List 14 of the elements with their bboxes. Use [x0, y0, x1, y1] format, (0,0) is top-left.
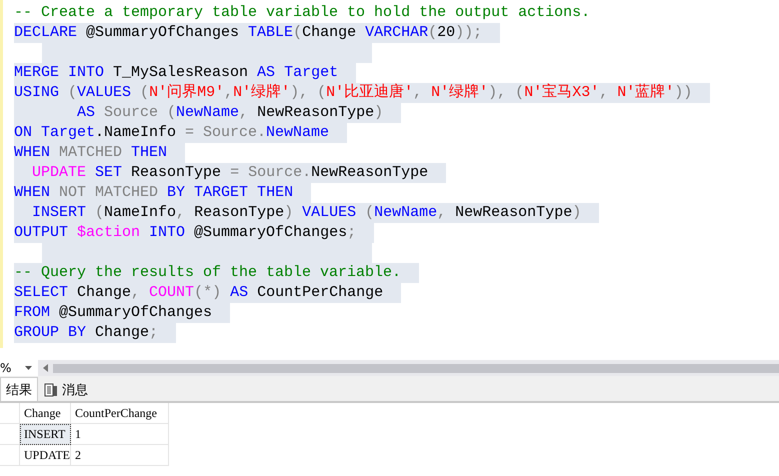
horizontal-scrollbar[interactable]: [53, 364, 779, 372]
scroll-left-icon[interactable]: [43, 364, 48, 372]
document-icon: [44, 382, 58, 396]
caret-icon: [25, 366, 32, 370]
table-cell[interactable]: 2: [71, 445, 169, 466]
zoom-dropdown[interactable]: %: [0, 360, 38, 376]
result-tab[interactable]: 结果: [0, 377, 38, 401]
code-line: -- Create a temporary table variable to hold the output actions.: [14, 3, 592, 23]
table-cell[interactable]: 1: [71, 424, 169, 445]
row-header-cell[interactable]: [0, 445, 20, 466]
result-tab[interactable]: 消息: [38, 377, 94, 401]
table-cell[interactable]: INSERT: [20, 424, 71, 445]
column-header: CountPerChange: [71, 403, 169, 424]
table-cell[interactable]: UPDATE: [20, 445, 71, 466]
